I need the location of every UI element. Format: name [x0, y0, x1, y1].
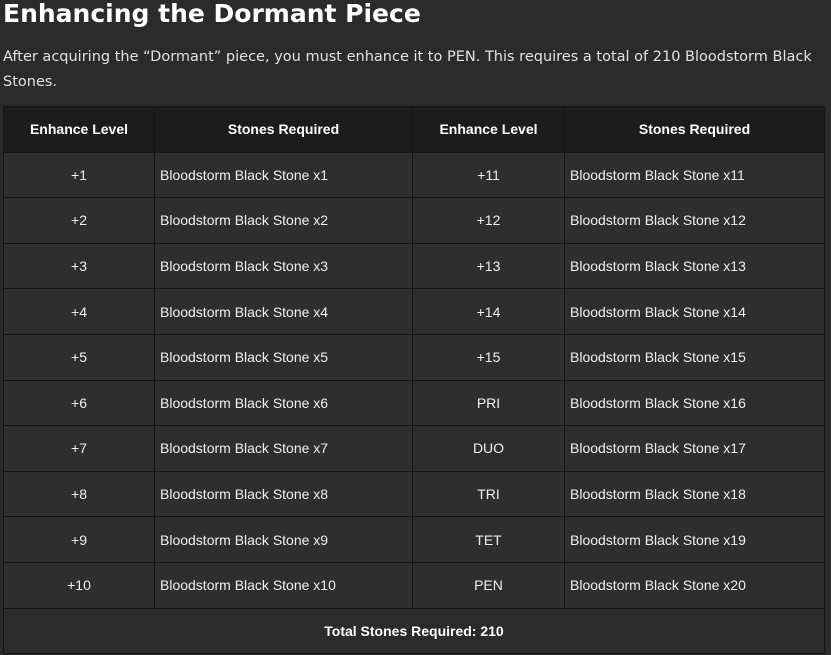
table-row: +2 Bloodstorm Black Stone x2 +12 Bloodst…	[3, 197, 825, 244]
enhance-level-cell: +3	[3, 242, 155, 290]
column-header-stones-required: Stones Required	[564, 106, 825, 153]
enhance-level-cell: PEN	[412, 561, 565, 609]
enhance-level-cell: TRI	[412, 470, 565, 518]
stones-required-cell: Bloodstorm Black Stone x9	[154, 516, 413, 563]
enhancement-table: Enhance Level Stones Required Enhance Le…	[3, 106, 825, 655]
stones-required-cell: Bloodstorm Black Stone x4	[154, 288, 413, 335]
table-row: +8 Bloodstorm Black Stone x8 TRI Bloodst…	[3, 470, 825, 518]
stones-required-cell: Bloodstorm Black Stone x6	[154, 379, 413, 427]
enhance-level-cell: +11	[412, 151, 565, 199]
stones-required-cell: Bloodstorm Black Stone x7	[154, 425, 413, 472]
stones-required-cell: Bloodstorm Black Stone x14	[564, 288, 825, 335]
enhance-level-cell: +7	[3, 425, 155, 472]
stones-required-cell: Bloodstorm Black Stone x18	[564, 470, 825, 518]
stones-required-cell: Bloodstorm Black Stone x10	[154, 561, 413, 609]
table-row: +3 Bloodstorm Black Stone x3 +13 Bloodst…	[3, 242, 825, 290]
stones-required-cell: Bloodstorm Black Stone x2	[154, 197, 413, 244]
stones-required-cell: Bloodstorm Black Stone x15	[564, 333, 825, 381]
intro-paragraph: After acquiring the “Dormant” piece, you…	[3, 49, 812, 90]
enhance-level-cell: +12	[412, 197, 565, 244]
stones-required-cell: Bloodstorm Black Stone x1	[154, 151, 413, 199]
enhance-level-cell: +4	[3, 288, 155, 335]
table-row: +1 Bloodstorm Black Stone x1 +11 Bloodst…	[3, 151, 825, 199]
table-row: +5 Bloodstorm Black Stone x5 +15 Bloodst…	[3, 333, 825, 381]
enhance-level-cell: +6	[3, 379, 155, 427]
column-header-enhance-level: Enhance Level	[412, 106, 565, 153]
table-row: +4 Bloodstorm Black Stone x4 +14 Bloodst…	[3, 288, 825, 335]
column-header-stones-required: Stones Required	[154, 106, 413, 153]
table-header-row: Enhance Level Stones Required Enhance Le…	[3, 106, 825, 153]
enhance-level-cell: +13	[412, 242, 565, 290]
enhance-level-cell: PRI	[412, 379, 565, 427]
enhance-level-cell: +9	[3, 516, 155, 563]
stones-required-cell: Bloodstorm Black Stone x20	[564, 561, 825, 609]
stones-required-cell: Bloodstorm Black Stone x16	[564, 379, 825, 427]
stones-required-cell: Bloodstorm Black Stone x17	[564, 425, 825, 472]
stones-required-cell: Bloodstorm Black Stone x11	[564, 151, 825, 199]
table-row: +7 Bloodstorm Black Stone x7 DUO Bloodst…	[3, 425, 825, 472]
enhance-level-cell: +1	[3, 151, 155, 199]
stones-required-cell: Bloodstorm Black Stone x13	[564, 242, 825, 290]
enhance-level-cell: +5	[3, 333, 155, 381]
table-row: +10 Bloodstorm Black Stone x10 PEN Blood…	[3, 561, 825, 609]
enhance-level-cell: +2	[3, 197, 155, 244]
table-row: +9 Bloodstorm Black Stone x9 TET Bloodst…	[3, 516, 825, 563]
stones-required-cell: Bloodstorm Black Stone x19	[564, 516, 825, 563]
enhance-level-cell: +14	[412, 288, 565, 335]
stones-required-cell: Bloodstorm Black Stone x3	[154, 242, 413, 290]
enhance-level-cell: DUO	[412, 425, 565, 472]
column-header-enhance-level: Enhance Level	[3, 106, 155, 153]
stones-required-cell: Bloodstorm Black Stone x12	[564, 197, 825, 244]
total-stones-cell: Total Stones Required: 210	[3, 607, 825, 655]
stones-required-cell: Bloodstorm Black Stone x5	[154, 333, 413, 381]
table-total-row: Total Stones Required: 210	[3, 607, 825, 655]
enhance-level-cell: +8	[3, 470, 155, 518]
enhance-level-cell: +10	[3, 561, 155, 609]
page-title: Enhancing the Dormant Piece	[3, 0, 421, 28]
enhance-level-cell: TET	[412, 516, 565, 563]
enhance-level-cell: +15	[412, 333, 565, 381]
table-row: +6 Bloodstorm Black Stone x6 PRI Bloodst…	[3, 379, 825, 427]
stones-required-cell: Bloodstorm Black Stone x8	[154, 470, 413, 518]
